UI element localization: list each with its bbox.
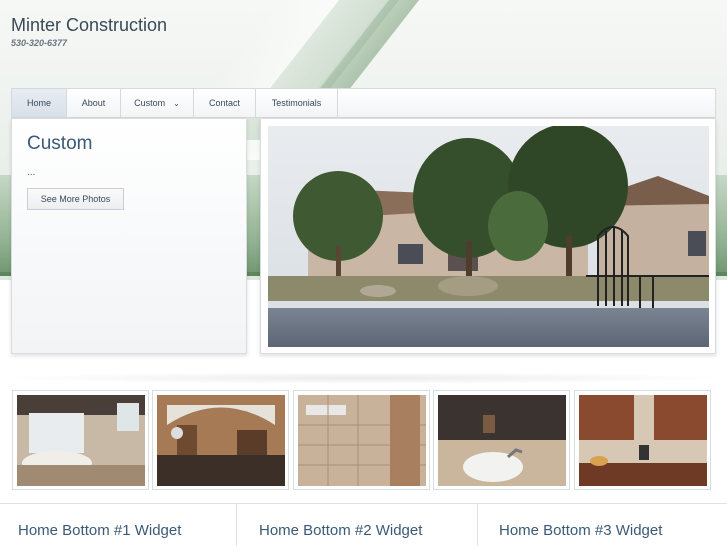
nav-item-about[interactable]: About (67, 89, 121, 117)
thumbnail-photo (157, 395, 285, 486)
thumbnail-bathroom-sink[interactable] (433, 390, 570, 490)
widget-title: Home Bottom #2 Widget (259, 522, 423, 539)
thumbnail-photo (579, 395, 707, 486)
nav-item-contact[interactable]: Contact (194, 89, 256, 117)
nav-item-label: Custom (134, 98, 166, 108)
widget-title: Home Bottom #1 Widget (18, 522, 182, 539)
feature-excerpt: ... (27, 167, 36, 178)
thumbnail-photo (298, 395, 426, 486)
home-bottom-widget-1: Home Bottom #1 Widget (0, 504, 237, 546)
home-bottom-widget-2: Home Bottom #2 Widget (241, 504, 478, 546)
chevron-down-icon: ⌄ (173, 98, 180, 108)
home-bottom-widgets: Home Bottom #1 Widget Home Bottom #2 Wid… (0, 503, 727, 546)
thumbnail-photo (438, 395, 566, 486)
thumbnail-strip (12, 390, 712, 490)
nav-item-testimonials[interactable]: Testimonials (256, 89, 338, 117)
nav-item-label: Home (26, 98, 51, 108)
site-title[interactable]: Minter Construction (11, 15, 167, 36)
nav-item-home[interactable]: Home (12, 89, 67, 117)
nav-item-custom[interactable]: Custom ⌄ (121, 89, 194, 117)
thumbnail-kitchen[interactable] (152, 390, 289, 490)
hero-house-photo (268, 126, 709, 347)
hero-image[interactable] (268, 126, 709, 347)
nav-item-label: Contact (208, 98, 241, 108)
thumbnail-bathroom-tub[interactable] (12, 390, 149, 490)
see-more-photos-button[interactable]: See More Photos (27, 188, 124, 210)
nav-item-label: Testimonials (271, 98, 322, 108)
site-phone: 530-320-6377 (11, 38, 68, 48)
feature-title[interactable]: Custom (27, 133, 92, 155)
main-nav: Home About Custom ⌄ Contact Testimonials (11, 88, 716, 118)
nav-item-label: About (81, 98, 106, 108)
home-bottom-widget-3: Home Bottom #3 Widget (481, 504, 727, 546)
widget-title: Home Bottom #3 Widget (499, 522, 663, 539)
thumbnail-kitchen-cabinets[interactable] (574, 390, 711, 490)
hero-image-frame (260, 118, 716, 354)
feature-panel: Custom ... See More Photos (11, 118, 247, 354)
section-divider (0, 372, 727, 384)
thumbnail-photo (17, 395, 145, 486)
thumbnail-tiled-shower[interactable] (293, 390, 430, 490)
